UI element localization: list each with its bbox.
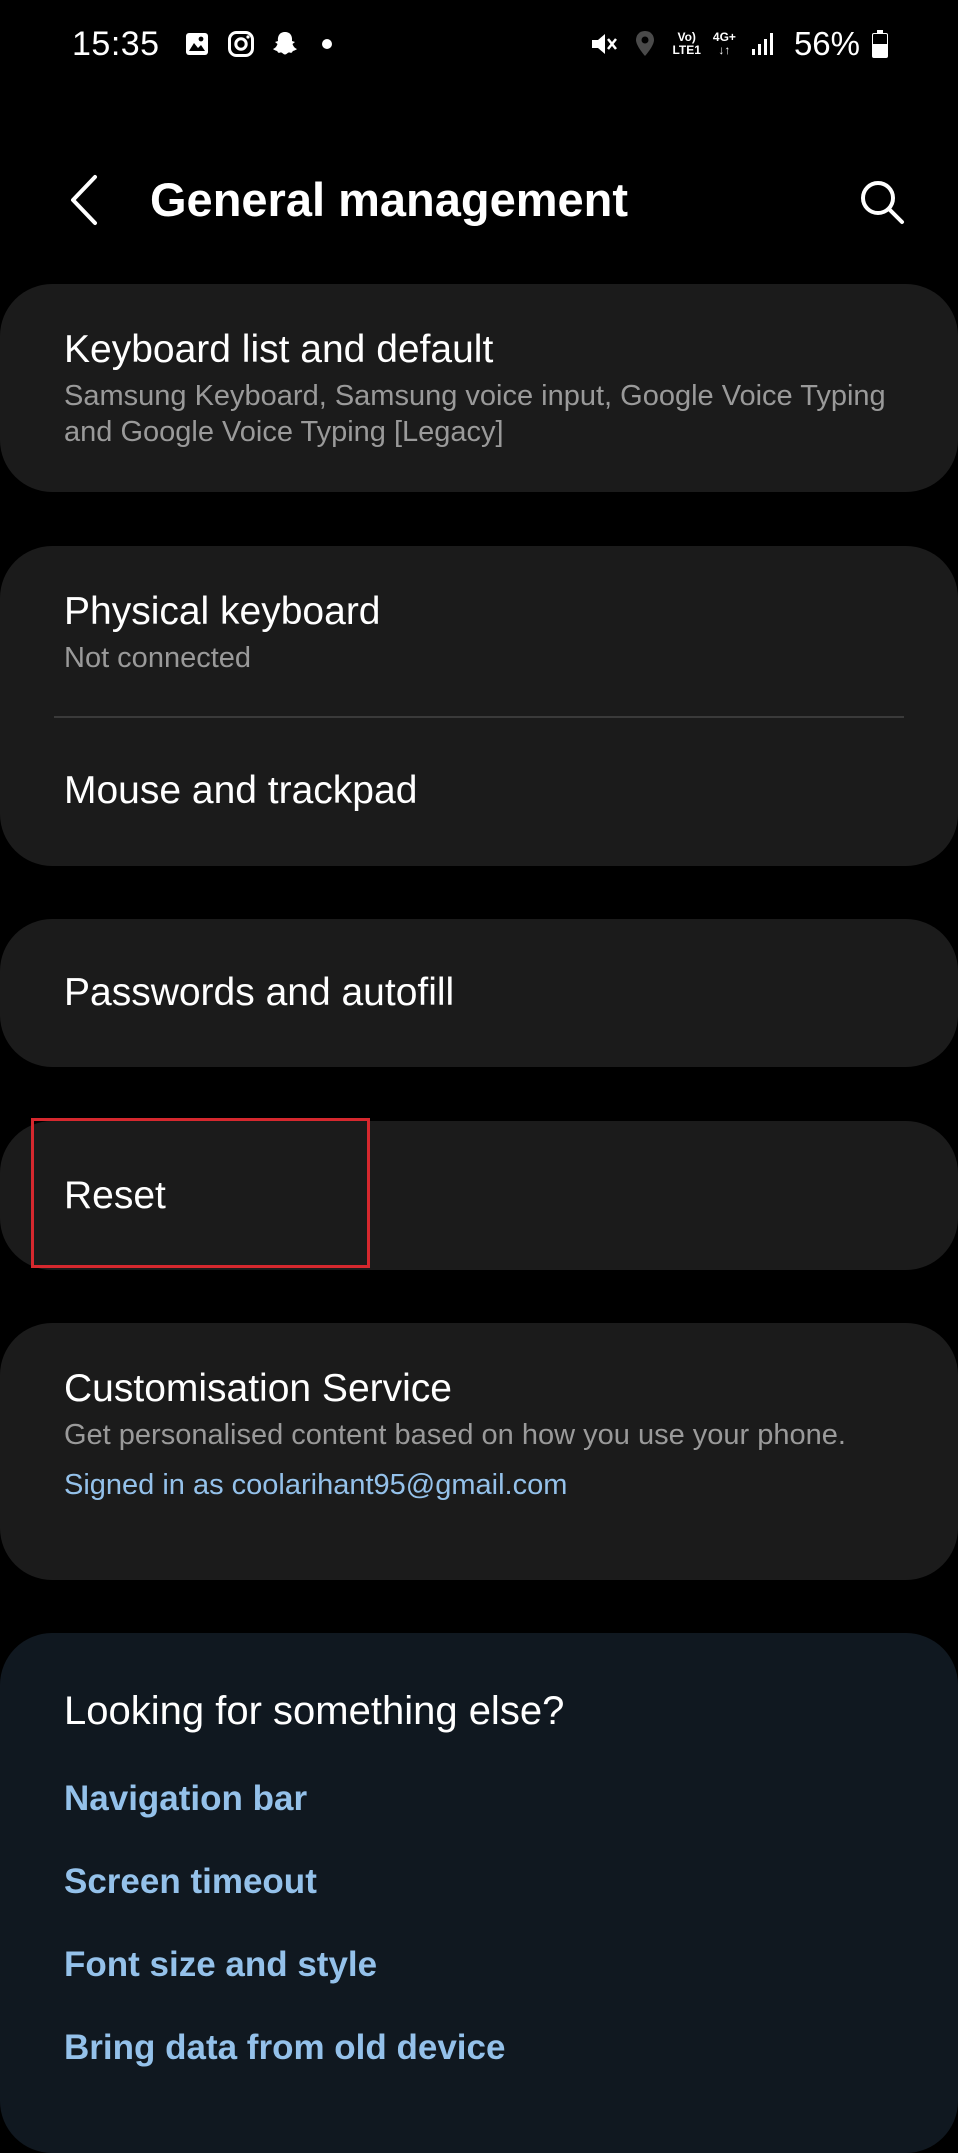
suggestion-link-bring-data[interactable]: Bring data from old device bbox=[64, 2026, 505, 2070]
physical-keyboard-status: Not connected bbox=[64, 642, 252, 674]
page-title: General management bbox=[150, 173, 629, 226]
passwords-card: Passwords and autofill bbox=[0, 919, 958, 1067]
customisation-card: Customisation Service Get personalised c… bbox=[0, 1323, 958, 1580]
suggestions-title: Looking for something else? bbox=[64, 1689, 565, 1733]
status-time: 15:35 bbox=[72, 24, 160, 63]
suggestion-link-font-size[interactable]: Font size and style bbox=[64, 1943, 377, 1987]
reset-card: Reset bbox=[0, 1121, 958, 1270]
keyboard-list-subtitle: Samsung Keyboard, Samsung voice input, G… bbox=[64, 380, 886, 448]
reset-item[interactable]: Reset bbox=[0, 1121, 958, 1270]
chevron-left-icon bbox=[71, 175, 97, 225]
keyboard-list-item[interactable]: Keyboard list and default Samsung Keyboa… bbox=[0, 284, 958, 450]
volte-icon: Vo) LTE1 bbox=[672, 31, 700, 57]
suggestions-card: Looking for something else? Navigation b… bbox=[0, 1633, 958, 2153]
mute-icon bbox=[588, 29, 618, 59]
gallery-icon bbox=[182, 29, 212, 59]
status-left: 15:35 bbox=[72, 22, 332, 66]
snapchat-icon bbox=[270, 29, 300, 59]
passwords-autofill-title: Passwords and autofill bbox=[64, 971, 455, 1014]
app-header: General management bbox=[0, 150, 958, 250]
status-bar: 15:35 Vo) LTE1 4G+ ↓↑ 56% bbox=[0, 0, 958, 86]
search-icon bbox=[861, 181, 904, 224]
keyboard-list-title: Keyboard list and default bbox=[64, 328, 494, 371]
location-icon bbox=[630, 29, 660, 59]
back-button[interactable] bbox=[56, 172, 112, 228]
customisation-subtitle: Get personalised content based on how yo… bbox=[64, 1419, 846, 1451]
mouse-trackpad-title: Mouse and trackpad bbox=[64, 769, 418, 812]
input-devices-card: Physical keyboard Not connected Mouse an… bbox=[0, 546, 958, 866]
mouse-trackpad-item[interactable]: Mouse and trackpad bbox=[0, 718, 958, 864]
notification-dot-icon bbox=[321, 39, 332, 49]
net-line2: ↓↑ bbox=[718, 43, 731, 57]
instagram-icon bbox=[226, 29, 256, 59]
status-right: Vo) LTE1 4G+ ↓↑ 56% bbox=[588, 22, 888, 66]
volte-line2: LTE1 bbox=[672, 43, 701, 57]
suggestion-link-screen-timeout[interactable]: Screen timeout bbox=[64, 1860, 317, 1904]
passwords-autofill-item[interactable]: Passwords and autofill bbox=[0, 919, 958, 1067]
customisation-title: Customisation Service bbox=[64, 1367, 452, 1410]
search-button[interactable] bbox=[852, 172, 912, 232]
customisation-service-item[interactable]: Customisation Service Get personalised c… bbox=[0, 1323, 958, 1503]
data-4g-icon: 4G+ ↓↑ bbox=[713, 31, 736, 57]
physical-keyboard-title: Physical keyboard bbox=[64, 590, 381, 633]
signal-icon bbox=[748, 29, 778, 59]
battery-percentage: 56% bbox=[793, 25, 860, 62]
keyboard-list-card: Keyboard list and default Samsung Keyboa… bbox=[0, 284, 958, 492]
physical-keyboard-item[interactable]: Physical keyboard Not connected bbox=[0, 546, 958, 716]
battery-icon bbox=[872, 30, 888, 58]
reset-title: Reset bbox=[64, 1173, 166, 1217]
signed-in-account: Signed in as coolarihant95@gmail.com bbox=[64, 1469, 568, 1501]
suggestion-link-navigation-bar[interactable]: Navigation bar bbox=[64, 1777, 307, 1821]
